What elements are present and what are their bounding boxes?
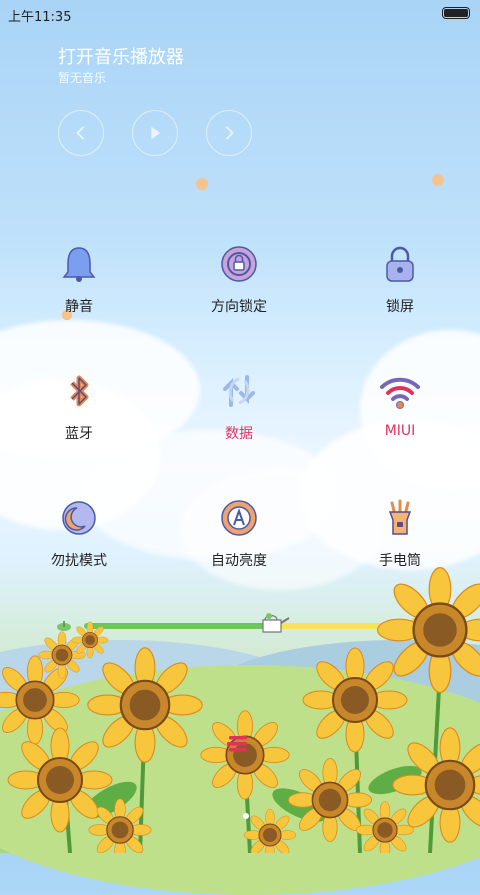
toggle-label: 方向锁定	[211, 299, 267, 315]
rotation-lock-icon	[221, 246, 257, 282]
toggle-bluetooth[interactable]: 蓝牙	[24, 371, 134, 461]
chevron-right-icon	[225, 126, 234, 140]
play-icon	[151, 126, 161, 140]
toggle-data[interactable]: 数据	[184, 371, 294, 461]
music-player-title[interactable]: 打开音乐播放器	[58, 43, 184, 69]
data-sync-icon	[223, 375, 255, 407]
toggle-rotation-lock[interactable]: 方向锁定	[184, 244, 294, 334]
petal-decoration	[196, 178, 208, 190]
toggle-label: 数据	[225, 426, 253, 442]
toggle-label: MIUI	[384, 423, 416, 439]
toggle-mute[interactable]: 静音	[24, 244, 134, 334]
previous-track-button[interactable]	[58, 110, 104, 156]
menu-icon[interactable]	[226, 735, 250, 753]
toggle-wifi[interactable]: MIUI	[345, 371, 455, 461]
toggle-label: 静音	[65, 299, 93, 315]
flashlight-icon	[388, 499, 412, 535]
status-bar: 上午11:35	[0, 0, 480, 28]
battery-icon	[442, 7, 470, 19]
bluetooth-icon	[70, 375, 89, 407]
page-indicator-dot	[243, 813, 249, 819]
moon-icon	[62, 501, 96, 535]
bell-icon	[62, 247, 96, 282]
status-time: 上午11:35	[8, 10, 72, 25]
padlock-icon	[386, 246, 414, 282]
toggle-label: 蓝牙	[65, 426, 93, 442]
auto-brightness-icon	[221, 500, 257, 536]
music-player-subtitle: 暂无音乐	[58, 71, 107, 85]
toggle-label: 锁屏	[386, 299, 414, 315]
next-track-button[interactable]	[206, 110, 252, 156]
play-button[interactable]	[132, 110, 178, 156]
chevron-left-icon	[76, 126, 85, 140]
petal-decoration	[432, 174, 444, 186]
wifi-icon	[380, 377, 420, 409]
sunflower-field-illustration	[0, 566, 480, 853]
toggle-lock-screen[interactable]: 锁屏	[345, 244, 455, 334]
